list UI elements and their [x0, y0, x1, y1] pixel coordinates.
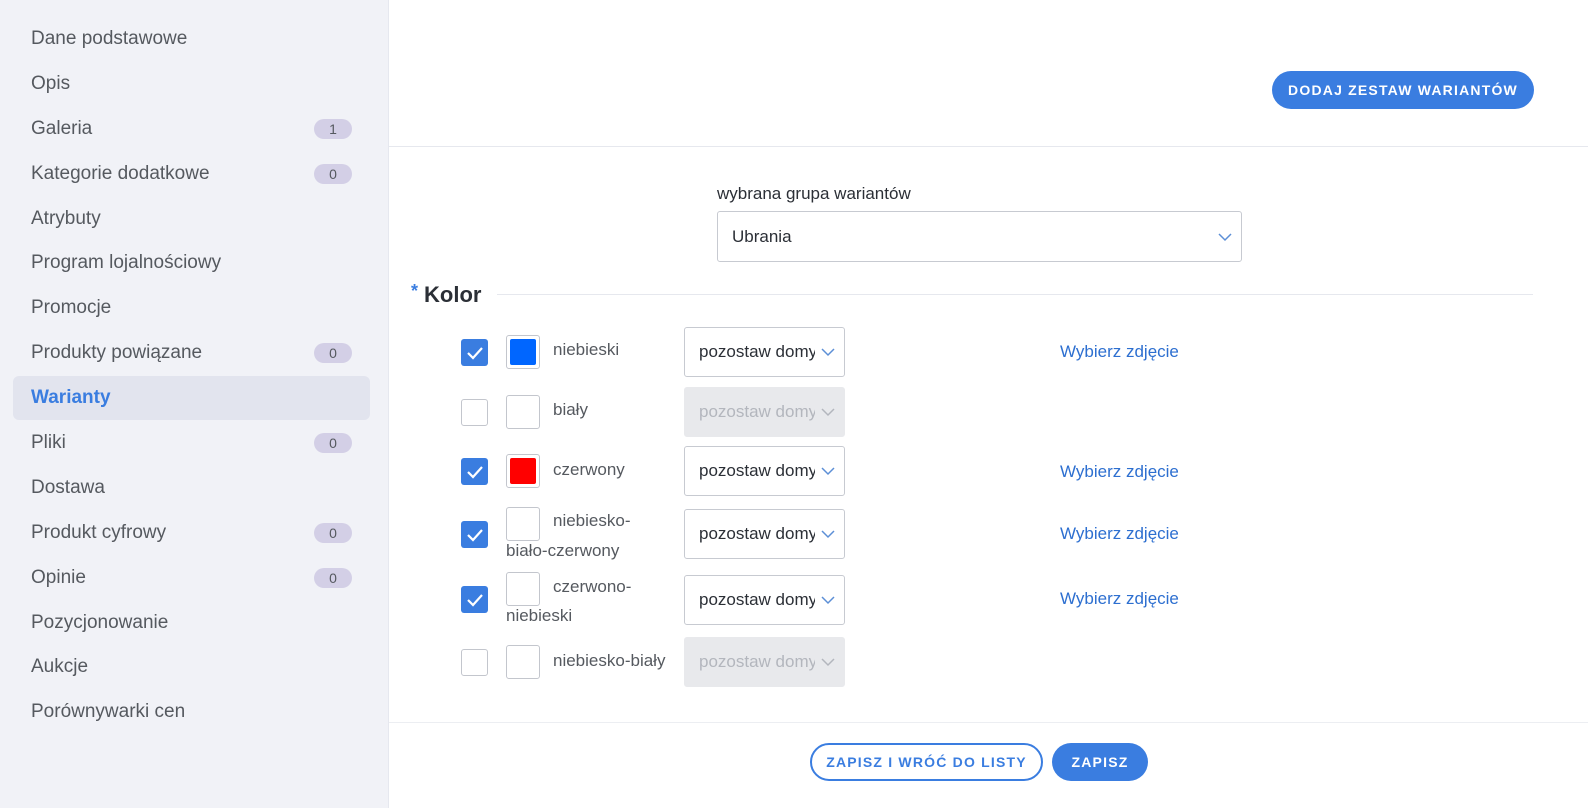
- sidebar-item-label: Program lojalnościowy: [31, 252, 222, 273]
- sidebar-item-label: Porównywarki cen: [31, 701, 186, 722]
- sidebar-item-atrybuty[interactable]: Atrybuty: [13, 197, 370, 241]
- color-name-continued: biało-czerwony: [506, 541, 620, 560]
- color-option-select[interactable]: pozostaw domyślne: [684, 509, 845, 559]
- color-swatch: [506, 395, 540, 429]
- section-title: * Kolor: [411, 280, 482, 308]
- color-option-select[interactable]: pozostaw domyślne: [684, 387, 845, 437]
- select-value: pozostaw domyślne: [699, 402, 815, 421]
- checkmark-icon: [466, 593, 483, 607]
- sidebar-item-label: Atrybuty: [31, 208, 101, 229]
- swatch-fill: [510, 339, 536, 365]
- sidebar-item-warianty[interactable]: Warianty: [13, 376, 370, 420]
- choose-photo-link[interactable]: Wybierz zdjęcie: [1060, 524, 1179, 544]
- sidebar-item-pozycjonowanie[interactable]: Pozycjonowanie: [13, 601, 370, 645]
- variant-group-value: Ubrania: [732, 226, 792, 246]
- color-option-select[interactable]: pozostaw domyślne: [684, 637, 845, 687]
- color-checkbox[interactable]: [461, 399, 488, 426]
- sidebar-item-label: Opinie: [31, 567, 86, 588]
- color-name-continued: niebieski: [506, 606, 573, 625]
- section-title-text: Kolor: [424, 282, 482, 307]
- chevron-down-icon: [821, 596, 835, 605]
- sidebar-item-opinie[interactable]: Opinie 0: [13, 556, 370, 600]
- select-value: pozostaw domyślne: [699, 652, 815, 671]
- main-content: DODAJ ZESTAW WARIANTÓW wybrana grupa war…: [389, 0, 1588, 808]
- variant-group-label: wybrana grupa wariantów: [717, 184, 911, 203]
- save-and-return-button[interactable]: ZAPISZ I WRÓĆ DO LISTY: [810, 743, 1043, 781]
- variants-header: DODAJ ZESTAW WARIANTÓW: [389, 0, 1588, 147]
- checkmark-icon: [466, 528, 483, 542]
- sidebar: Dane podstawowe Opis Galeria 1 Kategorie…: [0, 0, 389, 808]
- color-swatch: [506, 645, 540, 679]
- add-variant-set-button[interactable]: DODAJ ZESTAW WARIANTÓW: [1272, 71, 1534, 109]
- checkmark-icon: [466, 346, 483, 360]
- sidebar-item-pliki[interactable]: Pliki 0: [13, 421, 370, 465]
- color-option-select[interactable]: pozostaw domyślne: [684, 446, 845, 496]
- color-swatch: [506, 335, 540, 369]
- sidebar-item-promocje[interactable]: Promocje: [13, 286, 370, 330]
- sidebar-item-porownywarki-cen[interactable]: Porównywarki cen: [13, 690, 370, 734]
- sidebar-item-label: Dostawa: [31, 477, 105, 498]
- chevron-down-icon: [821, 530, 835, 539]
- chevron-down-icon: [821, 467, 835, 476]
- sidebar-item-label: Promocje: [31, 297, 112, 318]
- select-value: pozostaw domyślne: [699, 524, 815, 543]
- sidebar-item-label: Dane podstawowe: [31, 28, 188, 49]
- section-divider: [497, 294, 1533, 295]
- choose-photo-link[interactable]: Wybierz zdjęcie: [1060, 342, 1179, 362]
- sidebar-item-aukcje[interactable]: Aukcje: [13, 645, 370, 689]
- sidebar-item-label: Produkty powiązane: [31, 342, 203, 363]
- sidebar-item-produkt-cyfrowy[interactable]: Produkt cyfrowy 0: [13, 511, 370, 555]
- required-mark: *: [411, 280, 419, 301]
- color-checkbox[interactable]: [461, 521, 488, 548]
- save-button[interactable]: ZAPISZ: [1052, 743, 1148, 781]
- count-badge: 0: [314, 433, 352, 453]
- count-badge: 0: [314, 164, 352, 184]
- sidebar-item-galeria[interactable]: Galeria 1: [13, 107, 370, 151]
- count-badge: 0: [314, 523, 352, 543]
- color-name: niebiesko-: [553, 511, 631, 530]
- count-badge: 0: [314, 343, 352, 363]
- footer-actions: ZAPISZ I WRÓĆ DO LISTY ZAPISZ: [389, 722, 1588, 808]
- color-checkbox[interactable]: [461, 649, 488, 676]
- sidebar-item-label: Pozycjonowanie: [31, 612, 169, 633]
- sidebar-item-program-lojalnosciowy[interactable]: Program lojalnościowy: [13, 241, 370, 285]
- sidebar-item-label: Pliki: [31, 432, 66, 453]
- chevron-down-icon: [821, 658, 835, 667]
- sidebar-item-label: Opis: [31, 73, 71, 94]
- choose-photo-link[interactable]: Wybierz zdjęcie: [1060, 589, 1179, 609]
- color-checkbox[interactable]: [461, 339, 488, 366]
- count-badge: 0: [314, 568, 352, 588]
- sidebar-item-label: Aukcje: [31, 656, 89, 677]
- chevron-down-icon: [1218, 232, 1232, 241]
- color-checkbox[interactable]: [461, 586, 488, 613]
- checkmark-icon: [466, 465, 483, 479]
- sidebar-item-opis[interactable]: Opis: [13, 62, 370, 106]
- sidebar-item-dane-podstawowe[interactable]: Dane podstawowe: [13, 17, 370, 61]
- color-name: czerwony: [553, 460, 625, 479]
- sidebar-item-dostawa[interactable]: Dostawa: [13, 466, 370, 510]
- color-name: niebiesko-biały: [553, 651, 666, 670]
- sidebar-item-produkty-powiazane[interactable]: Produkty powiązane 0: [13, 331, 370, 375]
- sidebar-item-label: Galeria: [31, 118, 93, 139]
- sidebar-item-label: Produkt cyfrowy: [31, 522, 167, 543]
- sidebar-item-label: Kategorie dodatkowe: [31, 163, 210, 184]
- color-option-select[interactable]: pozostaw domyślne: [684, 575, 845, 625]
- color-name: niebieski: [553, 340, 620, 359]
- choose-photo-link[interactable]: Wybierz zdjęcie: [1060, 462, 1179, 482]
- chevron-down-icon: [821, 408, 835, 417]
- color-name: czerwono-: [553, 577, 632, 596]
- select-value: pozostaw domyślne: [699, 590, 815, 609]
- sidebar-item-kategorie-dodatkowe[interactable]: Kategorie dodatkowe 0: [13, 152, 370, 196]
- swatch-fill: [510, 458, 536, 484]
- color-option-select[interactable]: pozostaw domyślne: [684, 327, 845, 377]
- chevron-down-icon: [821, 348, 835, 357]
- color-checkbox[interactable]: [461, 458, 488, 485]
- color-name: biały: [553, 400, 588, 419]
- count-badge: 1: [314, 119, 352, 139]
- color-swatch: [506, 454, 540, 488]
- select-value: pozostaw domyślne: [699, 342, 815, 361]
- sidebar-item-label: Warianty: [31, 387, 111, 408]
- variant-group-select[interactable]: Ubrania: [717, 211, 1242, 262]
- select-value: pozostaw domyślne: [699, 461, 815, 480]
